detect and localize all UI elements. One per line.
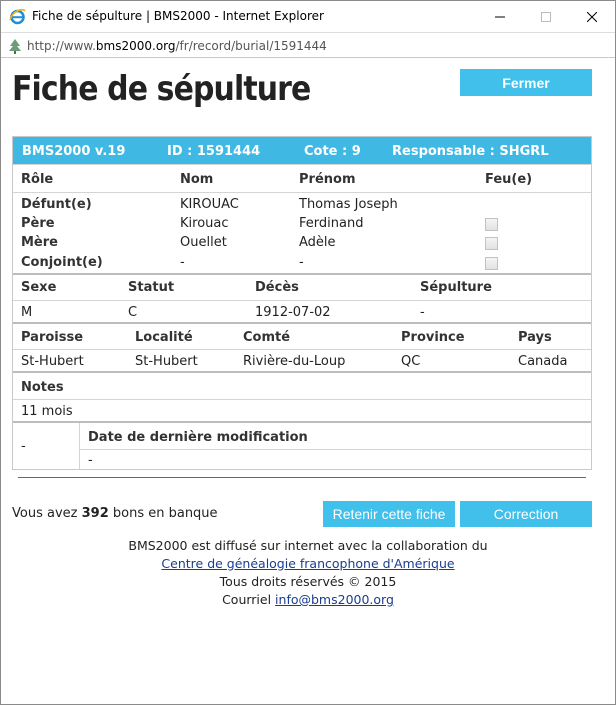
correction-button[interactable]: Correction <box>460 501 592 527</box>
value-sexe: M <box>21 305 33 320</box>
header-deces: Décès <box>255 280 299 295</box>
site-tree-icon <box>9 39 21 54</box>
notes-label: Notes <box>21 380 64 395</box>
value-localite: St-Hubert <box>135 354 198 369</box>
url-prefix: http://www. <box>27 39 96 53</box>
person-prenom: Thomas Joseph <box>299 197 398 212</box>
maximize-icon <box>541 11 551 22</box>
value-province: QC <box>401 354 421 369</box>
header-role: Rôle <box>21 172 54 187</box>
cgfa-link[interactable]: Centre de généalogie francophone d'Améri… <box>161 556 454 571</box>
bank-count: 392 <box>81 506 109 521</box>
browser-window: Fiche de sépulture | BMS2000 - Internet … <box>0 0 616 705</box>
person-nom: - <box>180 255 185 270</box>
value-sepulture: - <box>420 305 425 320</box>
person-nom: Kirouac <box>180 216 229 231</box>
footer-email-prefix: Courriel <box>222 592 276 607</box>
header-statut: Statut <box>128 280 175 295</box>
person-role: Défunt(e) <box>21 197 92 212</box>
person-prenom: Ferdinand <box>299 216 364 231</box>
person-role: Conjoint(e) <box>21 255 103 270</box>
header-nom: Nom <box>180 172 214 187</box>
person-nom: KIROUAC <box>180 197 239 212</box>
value-comte: Rivière-du-Loup <box>243 354 346 369</box>
deceased-checkbox-mother[interactable] <box>485 237 498 250</box>
value-statut: C <box>128 305 138 320</box>
person-role: Mère <box>21 235 58 250</box>
header-paroisse: Paroisse <box>21 330 84 345</box>
value-pays: Canada <box>518 354 568 369</box>
divider <box>13 192 591 193</box>
retain-record-button[interactable]: Retenir cette fiche <box>323 501 455 527</box>
url-path: /fr/record/burial/1591444 <box>175 39 327 53</box>
header-pays: Pays <box>518 330 552 345</box>
bank-balance: Vous avez 392 bons en banque <box>12 506 218 521</box>
divider <box>13 399 591 400</box>
header-sexe: Sexe <box>21 280 57 295</box>
record-version: BMS2000 v.19 <box>22 144 126 159</box>
person-prenom: Adèle <box>299 235 336 250</box>
value-paroisse: St-Hubert <box>21 354 84 369</box>
close-icon <box>587 11 597 22</box>
divider <box>13 349 591 350</box>
burial-record: BMS2000 v.19 ID : 1591444 Cote : 9 Respo… <box>12 136 592 470</box>
footer-line1: BMS2000 est diffusé sur internet avec la… <box>128 538 488 553</box>
maximize-button[interactable] <box>523 1 569 32</box>
header-sepulture: Sépulture <box>420 280 492 295</box>
header-feu: Feu(e) <box>485 172 533 187</box>
section-divider <box>13 421 591 423</box>
close-window-button[interactable] <box>569 1 615 32</box>
footer-copyright: Tous droits réservés © 2015 <box>219 574 397 589</box>
address-bar[interactable]: http://www.bms2000.org/fr/record/burial/… <box>1 32 615 58</box>
footer-link-line: Centre de généalogie francophone d'Améri… <box>1 556 615 571</box>
record-responsable: Responsable : SHGRL <box>392 144 549 159</box>
email-link[interactable]: info@bms2000.org <box>275 592 394 607</box>
address-url[interactable]: http://www.bms2000.org/fr/record/burial/… <box>27 39 327 53</box>
header-province: Province <box>401 330 465 345</box>
value-deces: 1912-07-02 <box>255 305 331 320</box>
divider <box>13 300 591 301</box>
deceased-checkbox-father[interactable] <box>485 218 498 231</box>
page-content: Fiche de sépulture Fermer BMS2000 v.19 I… <box>1 59 615 704</box>
close-button[interactable]: Fermer <box>460 69 592 96</box>
section-divider <box>13 273 591 275</box>
footer-email-line: Courriel info@bms2000.org <box>1 592 615 607</box>
person-nom: Ouellet <box>180 235 227 250</box>
window-title: Fiche de sépulture | BMS2000 - Internet … <box>32 9 324 23</box>
section-divider <box>13 322 591 324</box>
divider <box>79 449 591 450</box>
header-prenom: Prénom <box>299 172 356 187</box>
divider <box>13 164 591 165</box>
header-comte: Comté <box>243 330 291 345</box>
internet-explorer-icon <box>9 8 26 25</box>
record-id: ID : 1591444 <box>167 144 261 159</box>
minimize-icon <box>495 16 505 17</box>
person-role: Père <box>21 216 55 231</box>
mod-left-value: - <box>21 439 26 454</box>
divider <box>79 423 80 469</box>
last-modified-label: Date de dernière modification <box>88 430 308 445</box>
bank-prefix: Vous avez <box>12 506 82 521</box>
title-bar: Fiche de sépulture | BMS2000 - Internet … <box>1 1 615 32</box>
separator <box>18 477 586 478</box>
header-localite: Localité <box>135 330 193 345</box>
person-prenom: - <box>299 255 304 270</box>
record-header: BMS2000 v.19 ID : 1591444 Cote : 9 Respo… <box>13 137 591 164</box>
record-cote: Cote : 9 <box>304 144 361 159</box>
notes-value: 11 mois <box>21 404 73 419</box>
minimize-button[interactable] <box>477 1 523 32</box>
page-title: Fiche de sépulture <box>12 69 311 109</box>
url-domain: bms2000.org <box>95 39 176 53</box>
last-modified-value: - <box>88 453 93 468</box>
section-divider <box>13 371 591 373</box>
bank-suffix: bons en banque <box>108 506 218 521</box>
deceased-checkbox-spouse[interactable] <box>485 257 498 270</box>
